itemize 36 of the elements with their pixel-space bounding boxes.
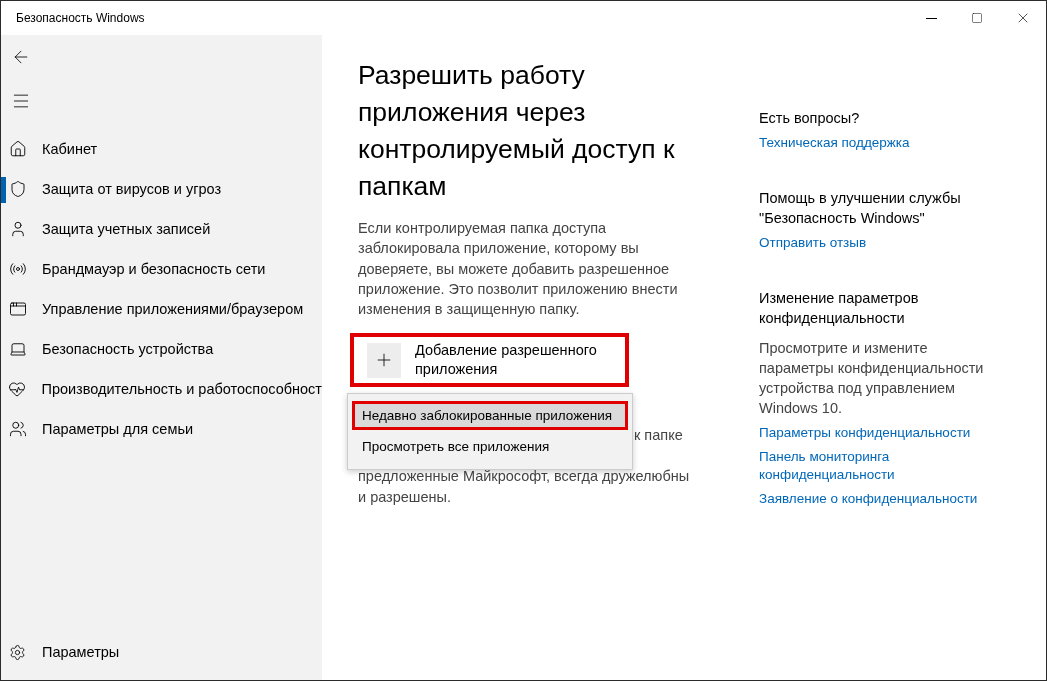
heart-pulse-icon bbox=[8, 380, 27, 398]
sidebar-item[interactable]: Параметры bbox=[1, 632, 322, 672]
help-link[interactable]: Техническая поддержка bbox=[759, 134, 999, 152]
note-text: предложенные Майкрософт, всегда дружелюбны и разрешены. bbox=[358, 467, 691, 508]
shield-icon bbox=[8, 180, 27, 198]
sidebar-item[interactable]: Параметры для семьи bbox=[1, 409, 322, 449]
note-text: к папке bbox=[634, 426, 684, 446]
sidebar-item[interactable]: Кабинет bbox=[1, 129, 322, 169]
section-title: Есть вопросы? bbox=[759, 109, 861, 128]
sidebar-item[interactable]: Защита от вирусов и угроз bbox=[1, 169, 322, 209]
section-title: Изменение параметров конфиденциальности bbox=[759, 289, 920, 328]
help-link[interactable]: Заявление о конфиденциальности bbox=[759, 490, 999, 508]
description-text: Если контролируемая папка доступа заблокировала приложение, которому вы доверяете, вы можете добавить разрешенное приложение. Это позволит приложению внести изменения в защищенную папку. bbox=[358, 219, 679, 320]
maximize-icon bbox=[971, 12, 983, 24]
minimize-icon bbox=[925, 17, 937, 19]
laptop-icon bbox=[8, 340, 27, 358]
menu-item[interactable]: Недавно заблокированные приложения bbox=[352, 401, 628, 431]
people-icon bbox=[8, 420, 27, 438]
sidebar-item[interactable]: Производительность и работоспособност bbox=[1, 369, 322, 409]
sidebar-item[interactable]: Управление приложениями/браузером bbox=[1, 289, 322, 329]
window-title: Безопасность Windows bbox=[16, 11, 146, 25]
help-link[interactable]: Отправить отзыв bbox=[759, 234, 999, 252]
sidebar-item[interactable]: Брандмауэр и безопасность сети bbox=[1, 249, 322, 289]
add-app-button[interactable]: Добавление разрешенного приложения bbox=[350, 333, 629, 388]
window-icon bbox=[8, 300, 27, 318]
menu-item[interactable]: Просмотреть все приложения bbox=[352, 431, 628, 462]
settings-icon bbox=[9, 643, 26, 661]
antenna-icon bbox=[8, 260, 27, 278]
home-icon bbox=[8, 140, 27, 158]
help-link[interactable]: Параметры конфиденциальности bbox=[759, 424, 999, 442]
section-text: Просмотрите и измените параметры конфиденциальности устройства под управлением Windows 10. bbox=[759, 339, 985, 418]
sidebar-item[interactable]: Защита учетных записей bbox=[1, 209, 322, 249]
help-link[interactable]: Панель мониторинга конфиденциальности bbox=[759, 448, 999, 484]
sidebar-item[interactable]: Безопасность устройства bbox=[1, 329, 322, 369]
section-title: Помощь в улучшении службы "Безопасность Windows" bbox=[759, 189, 962, 228]
page-heading: Разрешить работу приложения через контролируемый доступ к папкам bbox=[358, 59, 676, 203]
